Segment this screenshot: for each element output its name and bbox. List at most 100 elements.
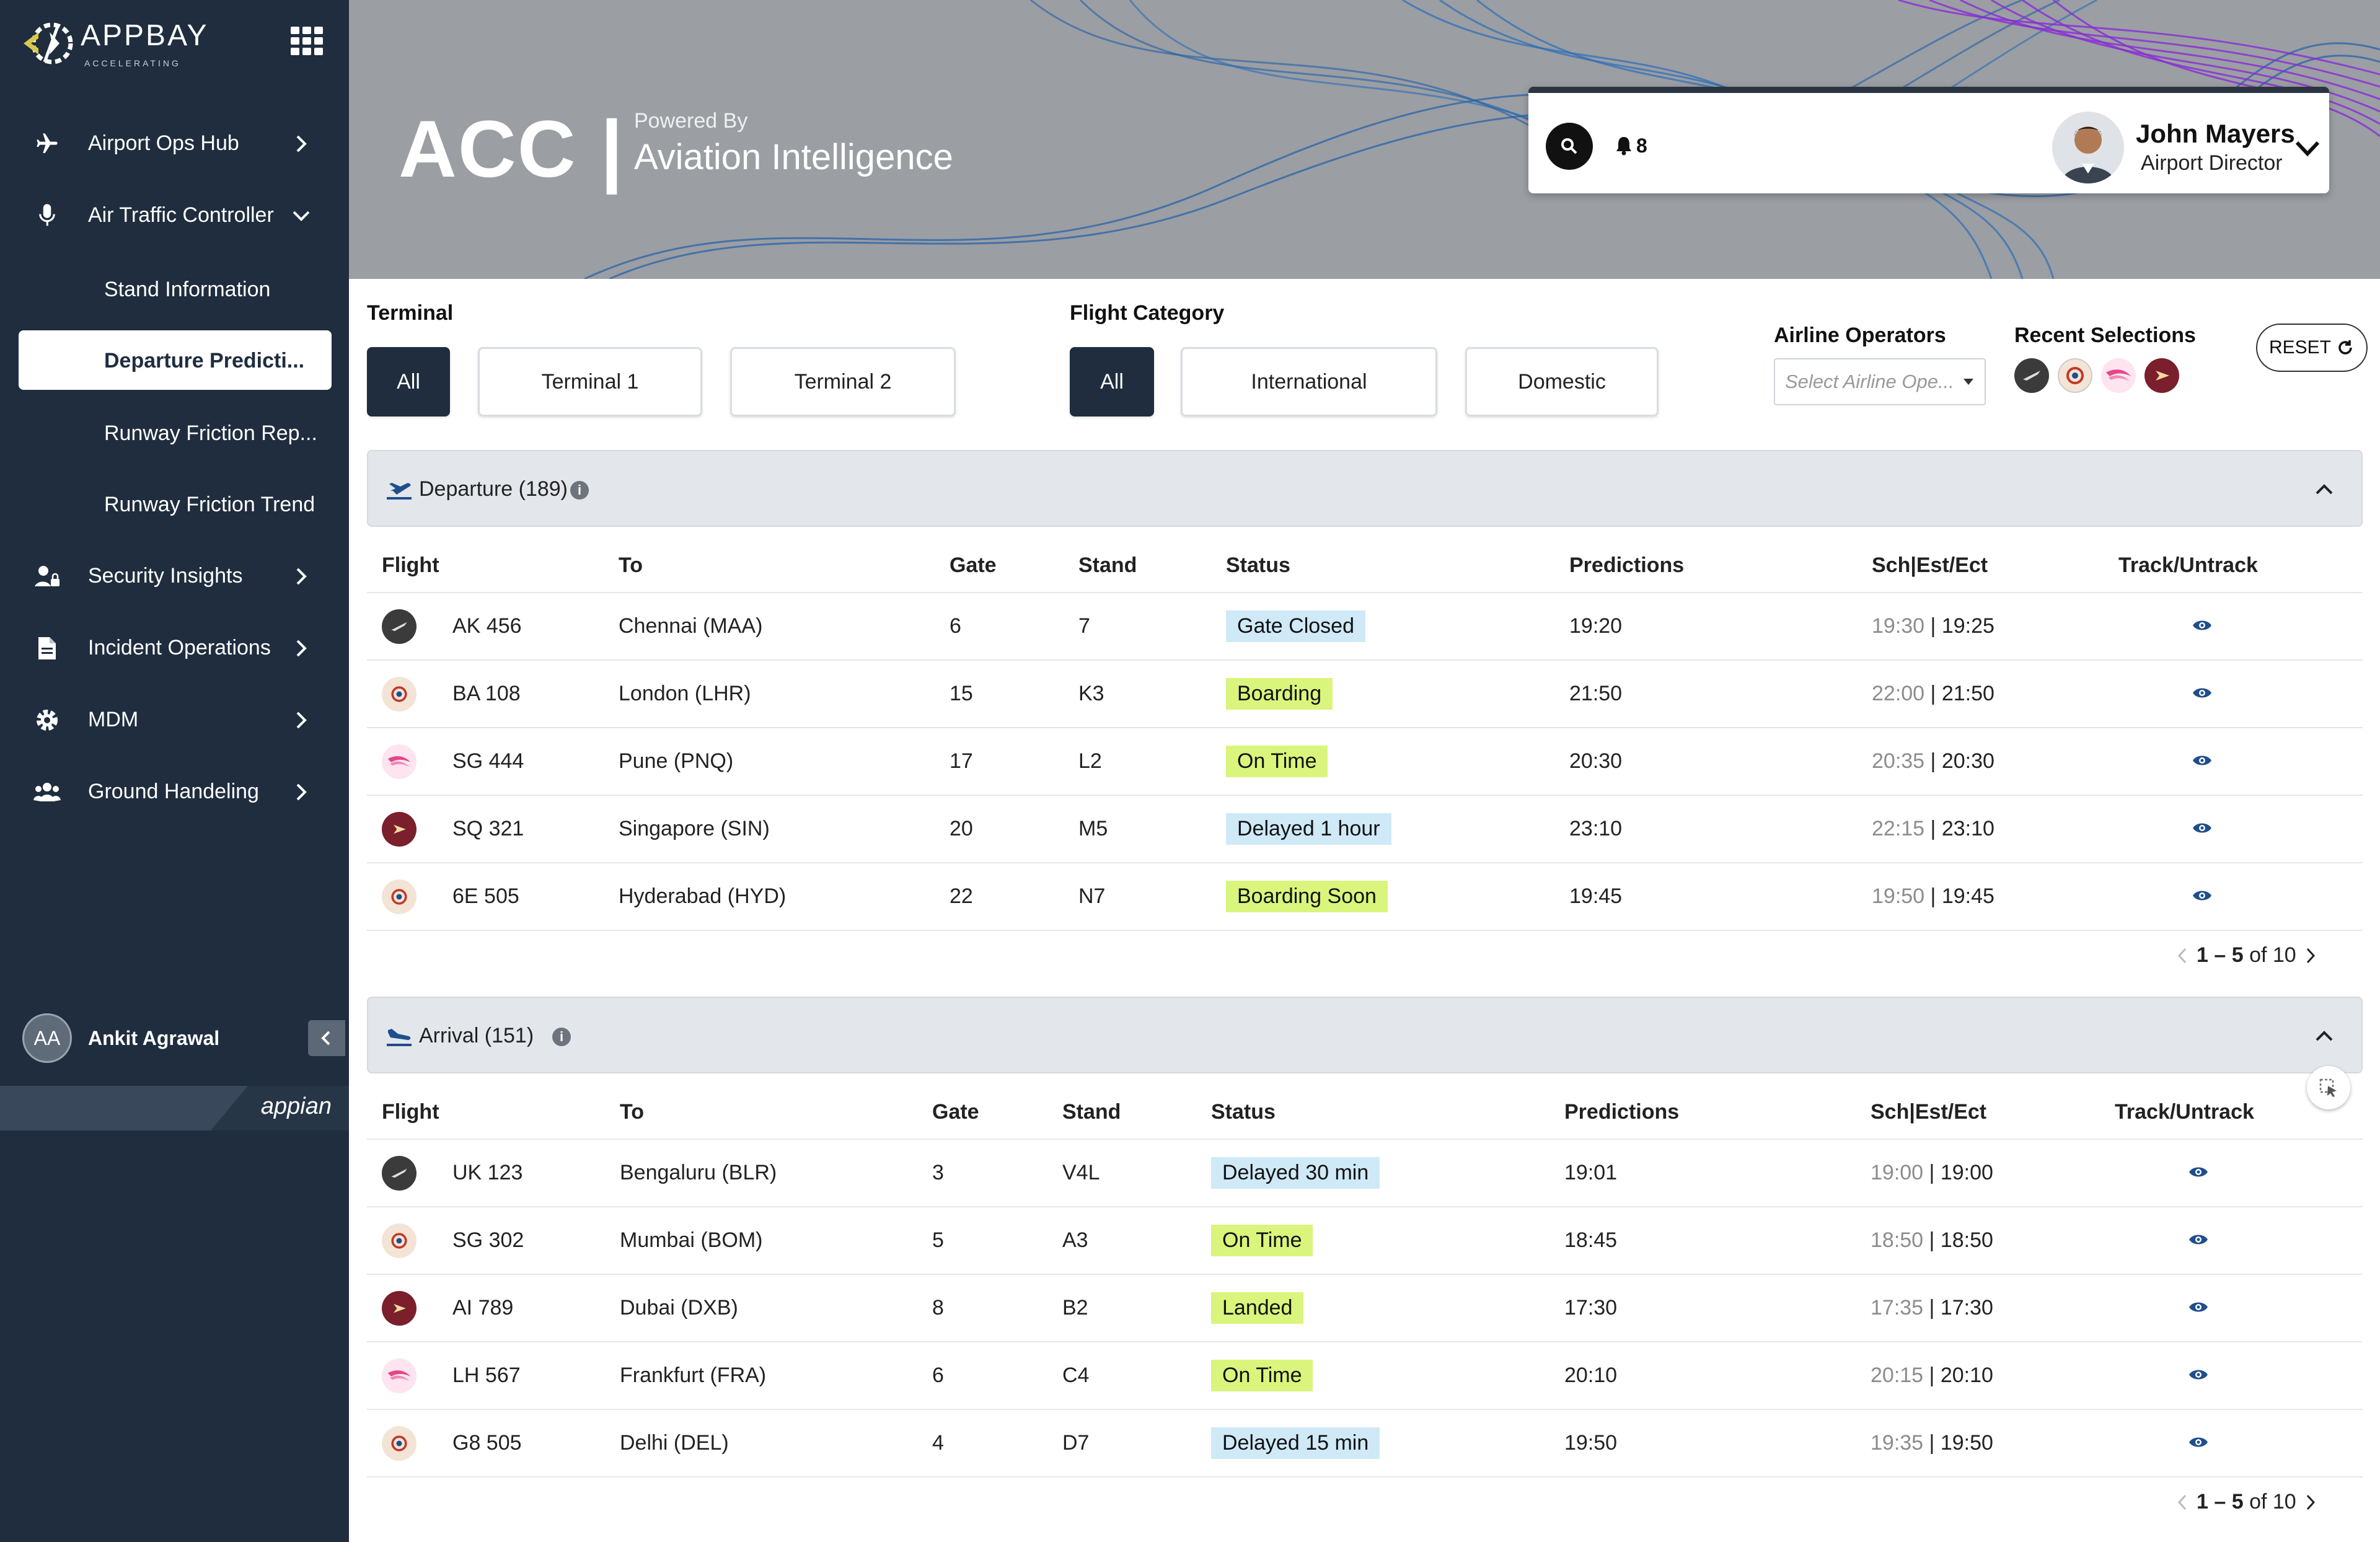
table-row[interactable]: 6E 505 Hyderabad (HYD) 22 N7 Boarding Soon 19… [367,863,2363,931]
sidebar-item-incident-operations[interactable]: Incident Operations [0,623,349,673]
arrival-section-header[interactable]: Arrival (151) i [367,997,2363,1073]
airline-logo-icon [382,609,416,644]
column-header[interactable]: Predictions [1569,534,1872,593]
eye-icon[interactable] [2192,614,2213,638]
category-domestic-button[interactable]: Domestic [1465,347,1659,416]
notifications-button[interactable]: 8 [1615,130,1647,161]
chevron-right-icon[interactable] [2305,1493,2316,1512]
category-international-button[interactable]: International [1181,347,1437,416]
user-lock-icon [33,564,61,589]
eye-icon[interactable] [2188,1161,2209,1185]
terminal-1-button[interactable]: Terminal 1 [478,347,702,416]
airline-logo-dark[interactable] [2014,358,2049,393]
reset-button[interactable]: RESET [2256,324,2368,372]
info-icon[interactable]: i [570,481,589,500]
column-header[interactable]: Status [1226,534,1569,593]
airline-logo-target[interactable] [2058,358,2092,393]
terminal-all-button[interactable]: All [367,347,450,416]
info-icon[interactable]: i [552,1028,571,1046]
airline-cell [367,863,452,931]
column-header[interactable]: Stand [1062,1081,1211,1140]
table-row[interactable]: G8 505 Delhi (DEL) 4 D7 Delayed 15 min 19:50 1… [367,1409,2363,1478]
chevron-left-icon[interactable] [2177,946,2188,965]
eye-icon[interactable] [2188,1431,2209,1455]
eye-icon[interactable] [2188,1364,2209,1388]
gate: 20 [950,795,1078,863]
column-header[interactable]: Sch|Est/Ect [1872,534,2118,593]
column-header[interactable]: Track/Untrack [2118,534,2363,593]
table-row[interactable]: AK 456 Chennai (MAA) 6 7 Gate Closed 19:20 19:… [367,593,2363,661]
table-row[interactable]: SQ 321 Singapore (SIN) 20 M5 Delayed 1 hour 2… [367,795,2363,863]
chevron-down-icon[interactable] [2292,136,2323,161]
search-button[interactable] [1546,123,1593,170]
airline-cell [367,660,452,728]
column-header[interactable]: Track/Untrack [2115,1081,2363,1140]
airline-cell [367,1207,452,1275]
column-header[interactable]: To [619,534,950,593]
airline-logo-maroon[interactable] [2144,358,2179,393]
track-cell [2118,660,2363,728]
appbay-logo[interactable]: APPBAY ACCELERATING [20,14,224,76]
airline-logo-pink[interactable] [2101,358,2136,393]
eye-icon[interactable] [2192,884,2213,909]
chevron-up-icon[interactable] [2312,480,2337,498]
gate: 3 [932,1139,1062,1207]
gate: 6 [932,1342,1062,1410]
airline-cell [367,728,452,796]
column-header[interactable]: Status [1211,1081,1564,1140]
flight-number: LH 567 [452,1342,620,1410]
eye-icon[interactable] [2192,817,2213,841]
user-card: 8 John Mayers Airport Director [1528,87,2329,193]
table-row[interactable]: BA 108 London (LHR) 15 K3 Boarding 21:50 22:00… [367,660,2363,728]
column-header[interactable]: Flight [367,1081,620,1140]
app-grid-icon[interactable] [291,27,324,55]
column-header[interactable]: To [620,1081,932,1140]
airline-operators-select[interactable]: Select Airline Ope... [1774,358,1986,405]
eye-icon[interactable] [2188,1228,2209,1253]
table-row[interactable]: SG 302 Mumbai (BOM) 5 A3 On Time 18:45 18:50 |… [367,1207,2363,1275]
airline-logo-icon [382,1223,416,1258]
chevron-up-icon[interactable] [2312,1026,2337,1045]
table-row[interactable]: SG 444 Pune (PNQ) 17 L2 On Time 20:30 20:35 | … [367,728,2363,796]
prediction: 23:10 [1569,795,1872,863]
terminal-2-button[interactable]: Terminal 2 [730,347,956,416]
collapse-sidebar-button[interactable] [308,1020,345,1056]
sidebar-item-label: Ground Handeling [88,780,259,803]
category-all-button[interactable]: All [1070,347,1154,416]
sidebar-subitem-runway-friction-report[interactable]: Runway Friction Rep... [19,403,332,462]
sidebar-item-mdm[interactable]: MDM [0,695,349,745]
sidebar-item-security-insights[interactable]: Security Insights [0,552,349,601]
sidebar-user[interactable]: AA Ankit Agrawal [22,1013,345,1063]
sidebar-subitem-stand-information[interactable]: Stand Information [19,259,332,319]
chevron-right-icon [296,135,307,152]
table-row[interactable]: AI 789 Dubai (DXB) 8 B2 Landed 17:30 17:35 | 1… [367,1274,2363,1342]
column-header[interactable]: Sch|Est/Ect [1871,1081,2115,1140]
table-row[interactable]: LH 567 Frankfurt (FRA) 6 C4 On Time 20:10 20:1… [367,1342,2363,1410]
eye-icon[interactable] [2188,1296,2209,1320]
profile-avatar[interactable] [2052,112,2124,183]
sidebar-item-airport-ops-hub[interactable]: Airport Ops Hub [0,119,349,169]
stand: L2 [1078,728,1226,796]
column-header[interactable]: Gate [932,1081,1062,1140]
chevron-down-icon [293,211,310,221]
sidebar-item-ground-handeling[interactable]: Ground Handeling [0,767,349,817]
sidebar-subitem-departure-prediction[interactable]: Departure Predicti... [19,330,332,390]
column-header[interactable]: Predictions [1564,1081,1871,1140]
departure-section-header[interactable]: Departure (189) i [367,450,2363,527]
prediction: 19:20 [1569,593,1872,661]
column-header[interactable]: Gate [950,534,1078,593]
sidebar-item-air-traffic-controller[interactable]: Air Traffic Controller [0,191,349,240]
column-header[interactable]: Flight [367,534,619,593]
chevron-left-icon[interactable] [2177,1493,2188,1512]
eye-icon[interactable] [2192,682,2213,706]
plane-icon [33,131,61,156]
sidebar-user-name: Ankit Agrawal [88,1027,220,1049]
table-row[interactable]: UK 123 Bengaluru (BLR) 3 V4L Delayed 30 min 1… [367,1139,2363,1207]
chevron-right-icon[interactable] [2305,946,2316,965]
column-header[interactable]: Stand [1078,534,1226,593]
eye-icon[interactable] [2192,749,2213,773]
sidebar-subitem-runway-friction-trend[interactable]: Runway Friction Trend [19,474,332,534]
prediction: 17:30 [1564,1274,1871,1342]
chevron-right-icon [296,712,307,729]
status-badge: Landed [1211,1292,1304,1324]
